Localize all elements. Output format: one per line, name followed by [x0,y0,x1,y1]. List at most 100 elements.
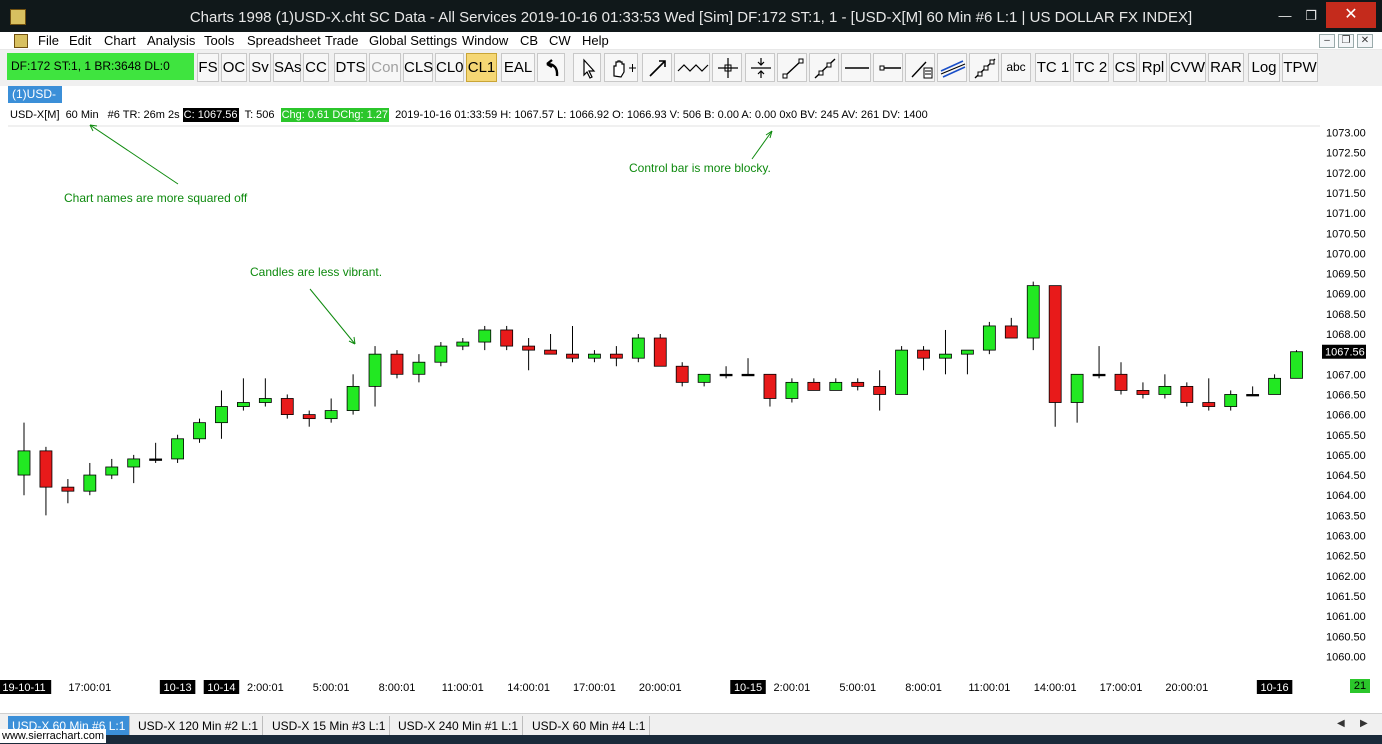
chart-symbol: USD-X[M] [10,109,60,121]
y-axis-tick-label: 1071.50 [1326,188,1366,200]
candle-body [566,353,579,359]
y-axis-tick-label: 1071.00 [1326,208,1366,220]
candle-body [1202,402,1216,407]
candle-body [1136,390,1150,395]
candle-body [807,381,821,391]
candle-body [1246,394,1260,397]
chart-info-line: USD-X[M] 60 Min #6 TR: 26m 2s C: 1067.56… [10,108,931,122]
x-axis-time-label: 5:00:01 [313,682,350,694]
candle-body [302,414,316,420]
candle-body [1180,385,1194,403]
y-axis-tick-label: 1069.50 [1326,269,1366,281]
scroll-right-icon[interactable]: ▶ [1360,718,1368,729]
candle-body [873,385,887,395]
bar-details: 2019-10-16 01:33:59 H: 1067.57 L: 1066.9… [395,109,928,121]
candle-body [1070,373,1084,403]
y-axis-tick-label: 1060.00 [1326,651,1366,663]
x-axis-time-label: 14:00:01 [507,682,550,694]
candle-body [851,381,865,387]
candle-body [522,345,536,351]
y-axis-tick-label: 1072.00 [1326,168,1366,180]
price-chart[interactable]: 1073.00 1072.50 1072.00 1071.50 1071.00 1070.… [0,0,1382,713]
candle-body [829,381,843,391]
x-axis-time-label: 8:00:01 [905,682,942,694]
candle-body [895,349,908,395]
scroll-left-icon[interactable]: ◀ [1337,718,1345,729]
chartbook-tab[interactable]: USD-X 60 Min #4 L:1 [528,716,651,736]
annotation-arrow [89,124,179,185]
candle-body [741,373,755,377]
x-axis-time-label: 20:00:01 [639,682,682,694]
x-axis-time-label: 2:00:01 [774,682,811,694]
candle-body [1114,373,1128,391]
x-axis-date-label: 10-16 [1261,682,1289,694]
chartbook-tabs: USD-X 60 Min #6 L:1 USD-X 120 Min #2 L:1… [0,713,1382,736]
candle-body [697,373,711,383]
x-axis-date-label: 19-10-11 [2,682,45,694]
candle-body [917,349,930,359]
candle-body [61,486,75,492]
candle-body [105,466,119,476]
y-axis-tick-label: 1065.00 [1326,450,1366,462]
candle-body [1092,373,1106,377]
y-axis-tick-label: 1062.50 [1326,551,1366,563]
site-label: www.sierrachart.com [0,729,107,743]
candle-body [1158,385,1172,395]
y-axis-tick-label: 1068.50 [1326,309,1366,321]
taskbar [0,735,1382,744]
candle-body [544,349,557,355]
candle-body [1290,351,1303,379]
x-axis-date-label: 10-13 [164,682,192,694]
candle-body [1004,325,1018,339]
x-axis-date-label: 10-14 [207,682,235,694]
x-axis-time-label: 20:00:01 [1165,682,1208,694]
app-window: Charts 1998 (1)USD-X.cht SC Data - All S… [0,0,1382,744]
last-price-value: C: 1067.56 [182,108,239,122]
candle-body [456,341,470,347]
candle-body [588,353,601,359]
candle-body [982,325,996,351]
y-axis-tick-label: 1064.50 [1326,470,1366,482]
x-axis-time-label: 11:00:01 [968,682,1010,694]
x-axis-time-label: 17:00:01 [1100,682,1143,694]
candle-body [280,398,294,416]
candle-body [368,353,382,387]
candle-body [39,450,53,488]
x-axis-time-label: 5:00:01 [839,682,876,694]
candle-body [236,402,250,407]
candle-body [675,365,689,383]
chartbook-tab[interactable]: USD-X 120 Min #2 L:1 [134,716,264,736]
chartbook-tab[interactable]: USD-X 240 Min #1 L:1 [394,716,524,736]
candle-body [1048,285,1062,403]
x-axis-date-label: 10-15 [734,682,762,694]
y-axis-tick-label: 1063.50 [1326,510,1366,522]
y-axis-tick-label: 1072.50 [1326,148,1366,160]
change-value: Chg: 0.61 DChg: 1.27 [280,108,389,122]
annotation-control-bar: Control bar is more blocky. [629,161,771,175]
candle-body [763,373,777,399]
candle-body [149,458,163,461]
candle-body [17,450,31,476]
chart-timeframe: 60 Min [65,109,99,121]
y-axis-tick-label: 1070.50 [1326,228,1366,240]
y-axis-tick-label: 1062.00 [1326,571,1366,583]
candle-body [653,337,667,367]
y-axis-tick-label: 1063.00 [1326,531,1366,543]
candle-body [500,329,514,347]
annotation-arrow [309,288,356,345]
last-price-label: 1067.56 [1325,347,1365,359]
y-axis-tick-label: 1061.50 [1326,591,1366,603]
candle-body [719,373,733,377]
candle-body [412,361,426,375]
candle-body [609,353,623,359]
candle-body [258,398,272,403]
candle-body [434,345,448,363]
chartbook-tab[interactable]: USD-X 15 Min #3 L:1 [268,716,391,736]
candle-body [127,458,141,468]
chart-stats: #6 TR: 26m 2s [107,109,180,121]
candle-body [83,474,97,492]
y-axis-tick-label: 1069.00 [1326,289,1366,301]
y-axis-tick-label: 1067.00 [1326,369,1366,381]
candle-body [961,349,974,355]
annotation-candles: Candles are less vibrant. [250,265,383,279]
